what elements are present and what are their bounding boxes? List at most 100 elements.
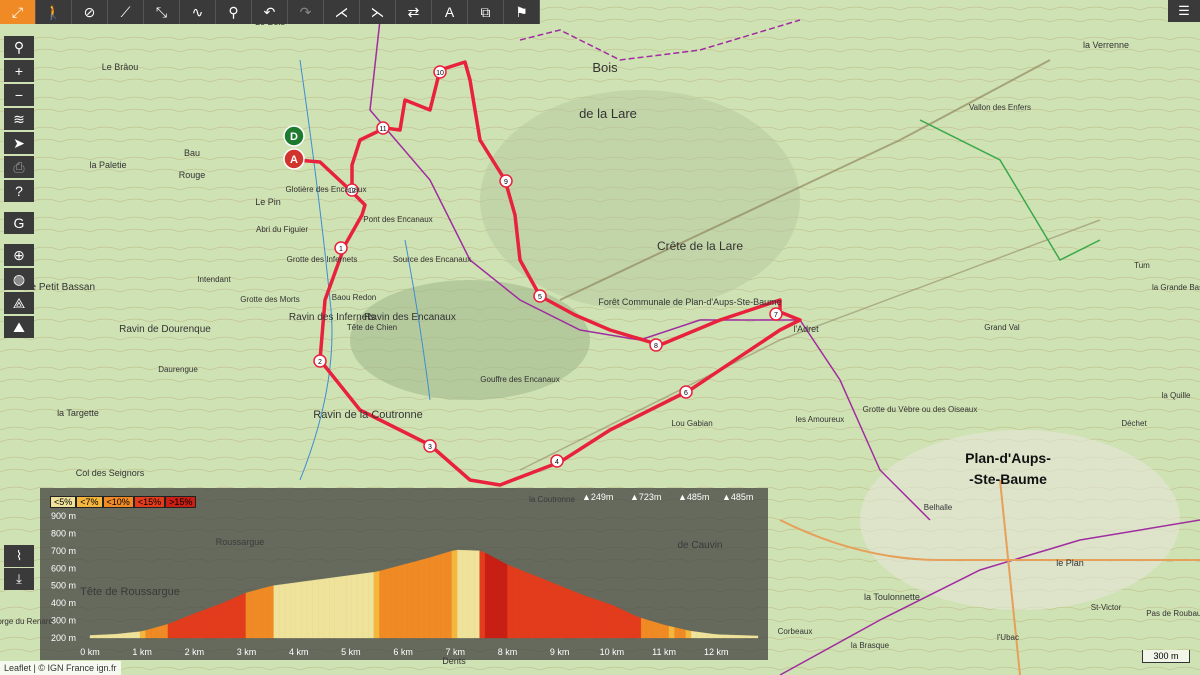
fullscreen-icon[interactable]: ⤢ (0, 0, 36, 24)
place-label: Vallon des Enfers (969, 103, 1031, 112)
elevation-segment (624, 610, 631, 639)
elevation-segment (601, 601, 608, 639)
elevation-segment (563, 586, 569, 639)
elevation-segment (223, 600, 230, 639)
elevation-segment (318, 578, 324, 639)
elevation-segment (713, 633, 720, 639)
x-tick-label: 1 km (132, 647, 152, 657)
elevation-segment (245, 591, 252, 639)
place-label: -Ste-Baume (969, 471, 1047, 487)
route-marker-7[interactable]: 7 (769, 307, 783, 321)
draw-line-icon[interactable]: ⟋ (108, 0, 144, 24)
place-label: le Plan (1056, 558, 1084, 568)
route-marker-11[interactable]: 11 (376, 121, 390, 135)
search-icon[interactable]: ⚲ (4, 36, 34, 58)
elevation-segment (468, 550, 475, 639)
elevation-segment (691, 630, 697, 639)
elevation-segment (151, 627, 157, 639)
route-marker-6[interactable]: 6 (679, 385, 693, 399)
elevation-segment (134, 631, 141, 639)
elevation-segment (145, 628, 152, 639)
place-label: Déchet (1121, 419, 1147, 428)
pin-icon[interactable]: ⚑ (504, 0, 540, 24)
elevation-segment (407, 562, 414, 639)
elevation-profile-panel[interactable]: <5% <7% <10% <15% >15% ▲249m ▲723m ▲485m ▲485m … (40, 488, 768, 660)
route-auto-icon[interactable]: ∿ (180, 0, 216, 24)
elevation-segment (679, 628, 686, 639)
elevation-segment (590, 597, 597, 639)
place-label: la Toulonnette (864, 592, 920, 602)
route-marker-8[interactable]: 8 (649, 338, 663, 352)
elevation-profile-icon[interactable]: ⌇ (4, 545, 34, 567)
print-icon[interactable]: ⎙ (4, 156, 34, 178)
elevation-segment (557, 584, 564, 639)
start-marker[interactable]: D (283, 125, 305, 147)
hiker-icon[interactable]: 🚶 (36, 0, 72, 24)
zoom-in-icon[interactable]: + (4, 60, 34, 82)
layers-icon[interactable]: ≋ (4, 108, 34, 130)
elevation-segment (440, 552, 447, 639)
text-marker-icon[interactable]: A (432, 0, 468, 24)
elevation-segment (702, 632, 709, 639)
route-split-icon[interactable]: ⋌ (324, 0, 360, 24)
route-marker-2[interactable]: 2 (313, 354, 327, 368)
google-icon[interactable]: G (4, 212, 34, 234)
mountain-icon[interactable]: ⛰ (4, 316, 34, 338)
elevation-segment (351, 574, 358, 639)
place-label: Pont des Encanaux (363, 215, 432, 224)
place-label: la Verrenne (1083, 40, 1129, 50)
undo-icon[interactable]: ↶ (252, 0, 288, 24)
y-tick-label: 600 m (51, 563, 76, 573)
elevation-segment (579, 593, 586, 639)
end-marker[interactable]: A (283, 148, 305, 170)
route-marker-5[interactable]: 5 (533, 289, 547, 303)
svg-text:D: D (290, 131, 298, 143)
elevation-segment (607, 603, 614, 639)
x-tick-label: 4 km (289, 647, 309, 657)
bike-icon[interactable]: ⚲ (216, 0, 252, 24)
help-icon[interactable]: ? (4, 180, 34, 202)
route-join-icon[interactable]: ⋋ (360, 0, 396, 24)
crosshair-icon[interactable]: ⊕ (4, 244, 34, 266)
elevation-segment (640, 617, 647, 639)
place-label: la Quille (1162, 391, 1191, 400)
elevation-segment (256, 588, 263, 639)
menu-icon[interactable]: ☰ (1168, 0, 1200, 22)
place-label: Intendant (197, 275, 231, 284)
svg-text:10: 10 (436, 70, 444, 77)
route-marker-3[interactable]: 3 (423, 439, 437, 453)
attribution[interactable]: Leaflet | © IGN France ign.fr (0, 661, 121, 675)
elevation-segment (173, 619, 180, 639)
route-marker-10[interactable]: 10 (433, 65, 447, 79)
elevation-segment (301, 580, 308, 639)
elevation-segment (379, 569, 386, 639)
route-marker-1[interactable]: 1 (334, 241, 348, 255)
copy-icon[interactable]: ⧉ (468, 0, 504, 24)
route-marker-4[interactable]: 4 (550, 454, 564, 468)
globe-icon[interactable]: ◍ (4, 268, 34, 290)
elevation-segment (106, 634, 113, 639)
elevation-segment (535, 575, 542, 639)
x-tick-label: 2 km (185, 647, 205, 657)
draw-route-icon[interactable]: ⤡ (144, 0, 180, 24)
eye-off-icon[interactable]: ⊘ (72, 0, 108, 24)
elevation-segment (139, 630, 146, 639)
y-tick-label: 200 m (51, 633, 76, 643)
elevation-segment (262, 586, 269, 639)
elevation-segment (635, 615, 642, 639)
elevation-segment (735, 635, 742, 639)
svg-text:A: A (290, 154, 298, 166)
download-icon[interactable]: ⤓ (4, 568, 34, 590)
reverse-icon[interactable]: ⇄ (396, 0, 432, 24)
svg-text:11: 11 (379, 126, 386, 133)
redo-icon[interactable]: ↷ (288, 0, 324, 24)
zoom-out-icon[interactable]: − (4, 84, 34, 106)
place-label: Tête de Chien (347, 323, 397, 332)
place-label: Le Brâou (102, 62, 139, 72)
elevation-segment (746, 635, 753, 639)
measure-icon[interactable]: ⟁ (4, 292, 34, 314)
place-label: Belhalle (924, 503, 953, 512)
locate-icon[interactable]: ➤ (4, 132, 34, 154)
route-marker-9[interactable]: 9 (499, 174, 513, 188)
elevation-segment (178, 617, 185, 639)
